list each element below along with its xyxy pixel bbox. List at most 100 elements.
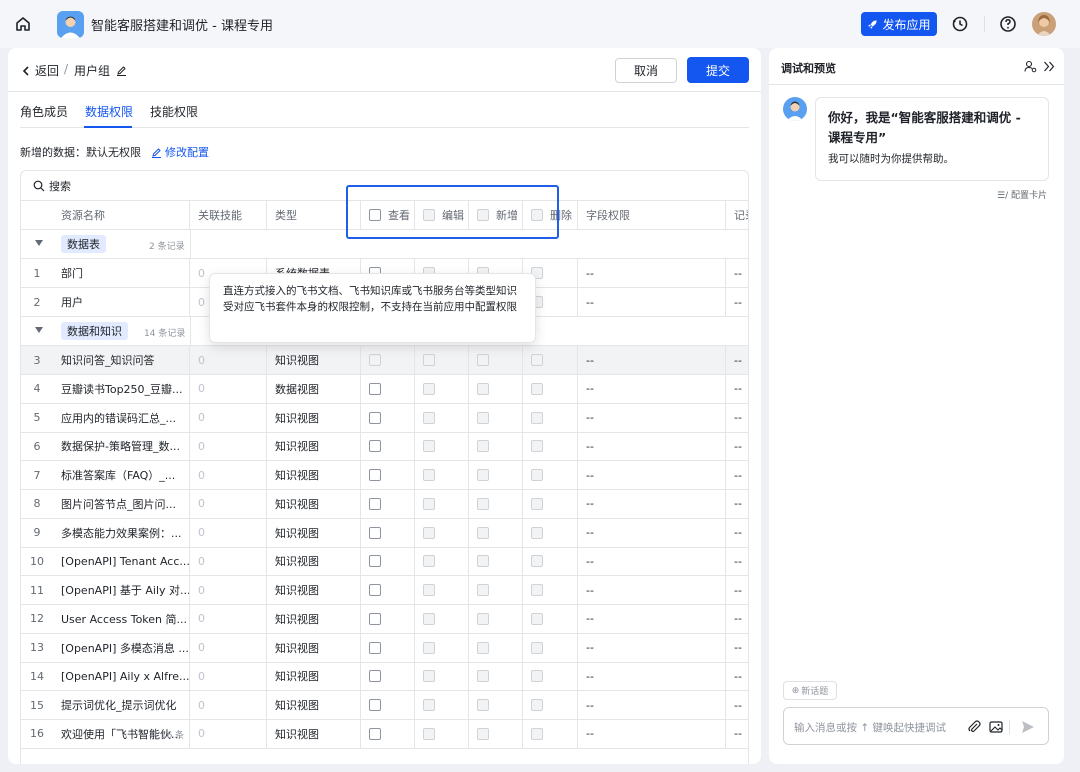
delete-checkbox[interactable] [531,354,543,366]
edit-config-link[interactable]: 修改配置 [151,144,209,160]
greeting-subtitle: 我可以随时为你提供帮助。 [828,153,954,165]
active-tab-indicator [84,126,132,128]
row-record: -- [734,439,742,453]
add-checkbox[interactable] [477,354,489,366]
delete-checkbox[interactable] [531,469,543,481]
send-icon[interactable] [1020,719,1036,735]
view-checkbox[interactable] [369,382,381,395]
view-checkbox[interactable] [369,411,381,424]
pencil-icon[interactable] [116,65,127,76]
row-edit-cell [415,346,469,374]
app-title: 智能客服搭建和调优 - 课程专用 [91,19,273,34]
user-settings-icon[interactable] [1024,60,1037,73]
delete-checkbox[interactable] [531,497,543,510]
add-checkbox[interactable] [477,612,489,625]
add-checkbox[interactable] [477,382,489,395]
message-input[interactable]: 输入消息或按 ↑ 键唤起快捷调试 [783,707,1049,745]
attachment-icon[interactable] [966,719,982,735]
add-checkbox[interactable] [477,699,489,711]
submit-button[interactable]: 提交 [687,57,749,83]
row-index: 8 [33,497,41,511]
edit-checkbox[interactable] [423,641,435,654]
edit-checkbox[interactable] [423,440,435,453]
user-avatar[interactable] [1032,12,1056,36]
table-row: 10 [OpenAPI] Tenant Acc... 0 知识视图 -- -- [21,547,748,577]
edit-checkbox[interactable] [423,584,435,596]
delete-checkbox[interactable] [531,411,543,424]
row-type: 知识视图 [267,461,361,489]
add-checkbox[interactable] [477,641,489,654]
row-record: -- [734,382,742,396]
view-checkbox[interactable] [369,497,381,510]
edit-checkbox[interactable] [423,526,435,539]
edit-checkbox[interactable] [423,382,435,395]
view-checkbox[interactable] [369,469,381,481]
delete-checkbox[interactable] [531,526,543,539]
tab-role-members[interactable]: 角色成员 [20,103,68,120]
edit-checkbox[interactable] [423,469,435,481]
view-checkbox[interactable] [369,699,381,711]
row-delete-cell [523,489,578,518]
view-checkbox[interactable] [369,641,381,654]
search-icon [33,180,45,191]
delete-checkbox[interactable] [531,641,543,654]
table-row: 7 标准答案库（FAQ）_... 0 知识视图 -- -- [21,461,748,490]
panel-header: 返回 / 用户组 取消 提交 [8,48,761,92]
table-row: 9 多模态能力效果案例：... 0 知识视图 -- -- [21,518,748,548]
edit-checkbox[interactable] [423,612,435,625]
back-link[interactable]: 返回 [22,62,59,79]
view-checkbox[interactable] [369,670,381,683]
row-view-cell [361,547,415,576]
new-topic-button[interactable]: ⊕ 新话题 [783,681,837,700]
edit-checkbox[interactable] [423,699,435,711]
home-icon[interactable] [14,15,32,33]
delete-checkbox[interactable] [531,440,543,453]
add-checkbox[interactable] [477,469,489,481]
help-icon[interactable] [998,14,1018,34]
data-permission-table: 搜索 资源名称 关联技能 类型 查看 编辑 新增 删除 字段权限 记录 数据表 … [20,170,749,764]
new-topic-label: 新话题 [801,687,829,697]
view-checkbox[interactable] [369,584,381,596]
view-checkbox[interactable] [369,612,381,625]
delete-checkbox[interactable] [531,555,543,568]
add-checkbox[interactable] [477,526,489,539]
add-checkbox[interactable] [477,411,489,424]
card-icon: ☰/ [997,191,1009,201]
tab-data-permissions[interactable]: 数据权限 [85,103,133,120]
row-resource-name: 数据保护-策略管理_数... [53,432,190,461]
view-checkbox[interactable] [369,555,381,568]
row-view-cell [361,374,415,403]
delete-checkbox[interactable] [531,699,543,711]
delete-checkbox[interactable] [531,670,543,683]
caret-down-icon[interactable] [35,327,43,333]
row-resource-name: [OpenAPI] Tenant Acc... [53,547,190,576]
row-add-cell [469,374,523,403]
table-row: 14 [OpenAPI] Aily x Alfre... 0 知识视图 -- -- [21,662,748,692]
greeting-title: 你好，我是“智能客服搭建和调优 - 课程专用” [828,110,1021,145]
caret-down-icon[interactable] [35,240,43,246]
collapse-icon[interactable] [1043,61,1055,72]
tab-skill-permissions[interactable]: 技能权限 [150,103,198,120]
add-checkbox[interactable] [477,497,489,510]
add-checkbox[interactable] [477,670,489,683]
delete-checkbox[interactable] [531,612,543,625]
publish-button[interactable]: 发布应用 [861,12,937,36]
history-icon[interactable] [950,14,970,34]
edit-checkbox[interactable] [423,497,435,510]
view-checkbox[interactable] [369,526,381,539]
delete-checkbox[interactable] [531,382,543,395]
edit-checkbox[interactable] [423,411,435,424]
cancel-button[interactable]: 取消 [615,58,677,83]
add-checkbox[interactable] [477,584,489,596]
image-icon[interactable] [988,719,1004,735]
add-checkbox[interactable] [477,440,489,453]
config-card-link[interactable]: ☰/ 配置卡片 [997,188,1047,201]
delete-checkbox[interactable] [531,584,543,596]
row-type: 知识视图 [267,662,361,691]
add-checkbox[interactable] [477,555,489,568]
edit-checkbox[interactable] [423,670,435,683]
edit-checkbox[interactable] [423,354,435,366]
edit-checkbox[interactable] [423,555,435,568]
view-checkbox[interactable] [369,440,381,453]
view-checkbox[interactable] [369,354,381,366]
